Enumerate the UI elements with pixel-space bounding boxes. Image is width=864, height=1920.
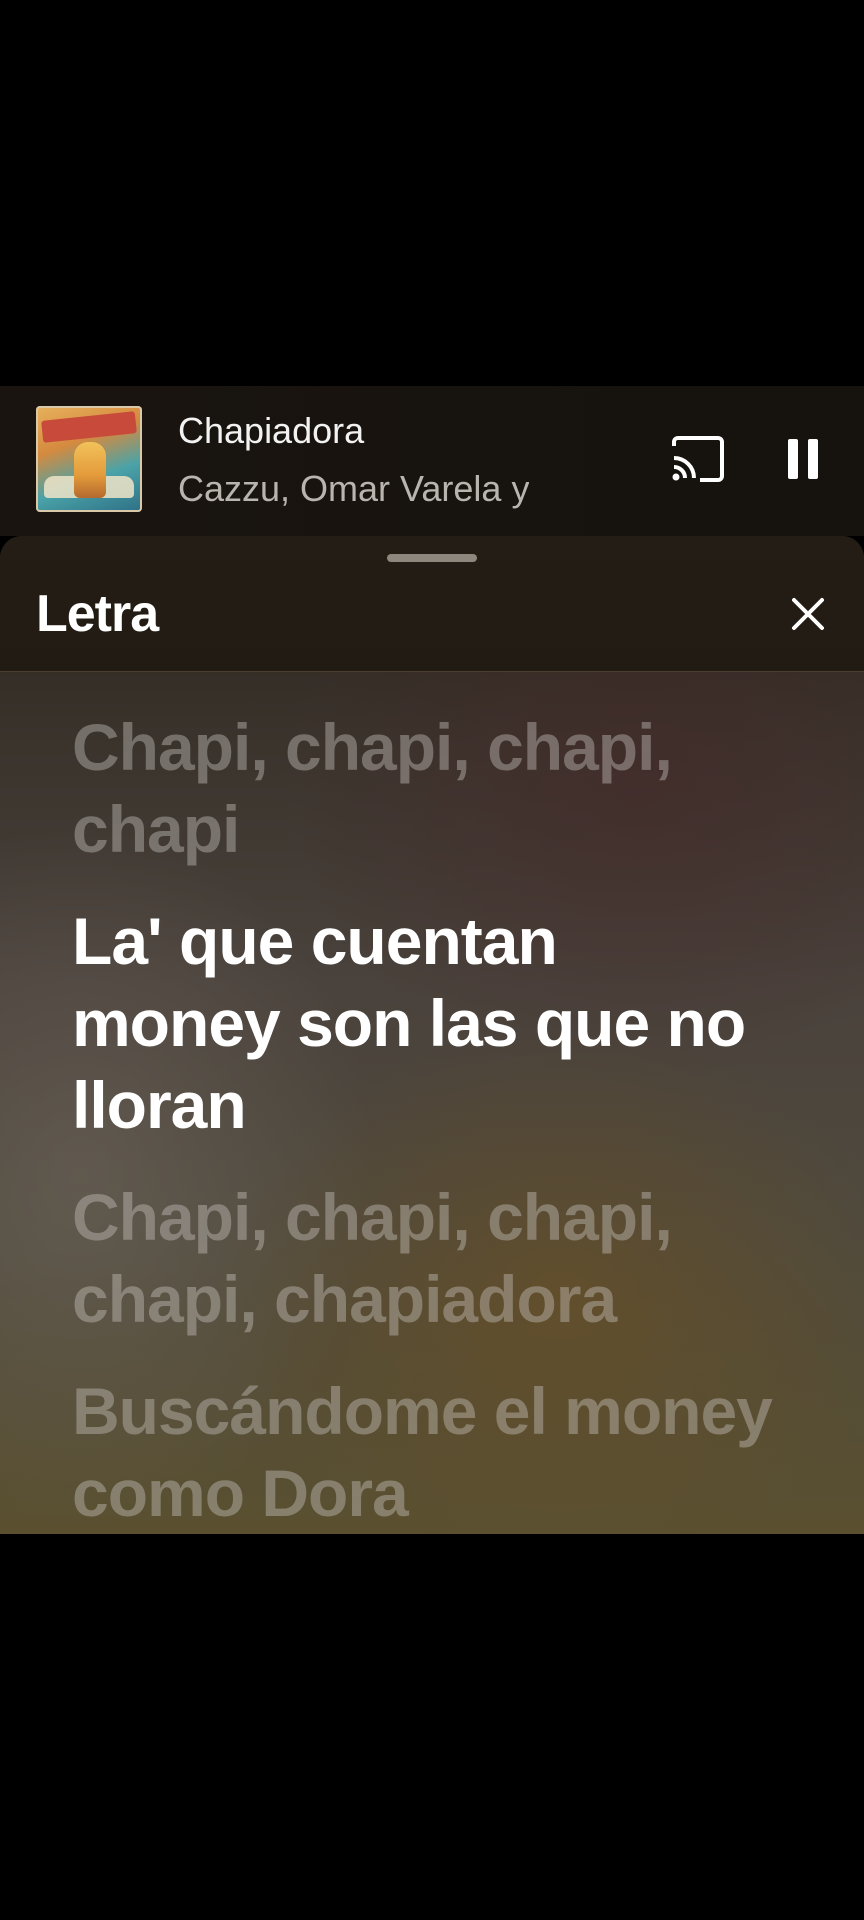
lyrics-panel-title: Letra	[36, 585, 159, 643]
close-button[interactable]	[788, 594, 828, 634]
lyrics-list[interactable]: Chapi, chapi, chapi, chapi La' que cuent…	[72, 706, 773, 1534]
pause-icon	[788, 439, 818, 479]
close-icon	[792, 598, 824, 630]
pause-button[interactable]	[780, 436, 826, 482]
drag-handle[interactable]	[387, 554, 477, 562]
album-art-figure	[74, 442, 106, 498]
bottom-black-area	[0, 1534, 864, 1920]
lyric-line[interactable]: Chapi, chapi, chapi, chapi, chapiadora	[72, 1176, 772, 1340]
song-artist[interactable]: Cazzu, Omar Varela y	[178, 468, 529, 510]
mini-player[interactable]: Chapiadora Cazzu, Omar Varela y	[0, 386, 864, 536]
cast-icon	[672, 436, 724, 482]
cast-button[interactable]	[670, 436, 726, 482]
lyrics-panel-header: Letra	[0, 536, 864, 672]
lyric-line[interactable]: Buscándome el money como Dora	[72, 1370, 773, 1534]
lyric-line-active[interactable]: La' que cuentan money son las que no llo…	[72, 900, 772, 1146]
song-title[interactable]: Chapiadora	[178, 410, 364, 452]
album-art[interactable]	[36, 406, 142, 512]
screen: Chapiadora Cazzu, Omar Varela y Letra Ch…	[0, 0, 864, 1920]
lyrics-panel[interactable]: Letra Chapi, chapi, chapi, chapi La' que…	[0, 536, 864, 1534]
top-black-area	[0, 0, 864, 386]
album-art-title-band	[41, 411, 137, 443]
lyric-line[interactable]: Chapi, chapi, chapi, chapi	[72, 706, 772, 870]
